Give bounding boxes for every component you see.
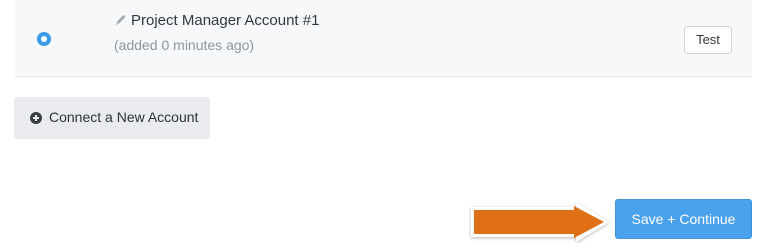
account-row[interactable]: Project Manager Account #1 (added 0 minu… [15, 0, 752, 77]
pencil-icon[interactable] [113, 12, 127, 28]
radio-selected-icon[interactable] [37, 32, 51, 46]
connect-new-account-label: Connect a New Account [49, 109, 199, 125]
account-name: Project Manager Account #1 [131, 12, 320, 29]
connect-new-account-button[interactable]: Connect a New Account [14, 97, 210, 139]
arrow-right-icon [471, 202, 609, 242]
account-added-time: (added 0 minutes ago) [114, 37, 255, 53]
plus-circle-icon [30, 112, 42, 124]
test-button[interactable]: Test [684, 26, 732, 54]
save-continue-button[interactable]: Save + Continue [615, 199, 752, 239]
